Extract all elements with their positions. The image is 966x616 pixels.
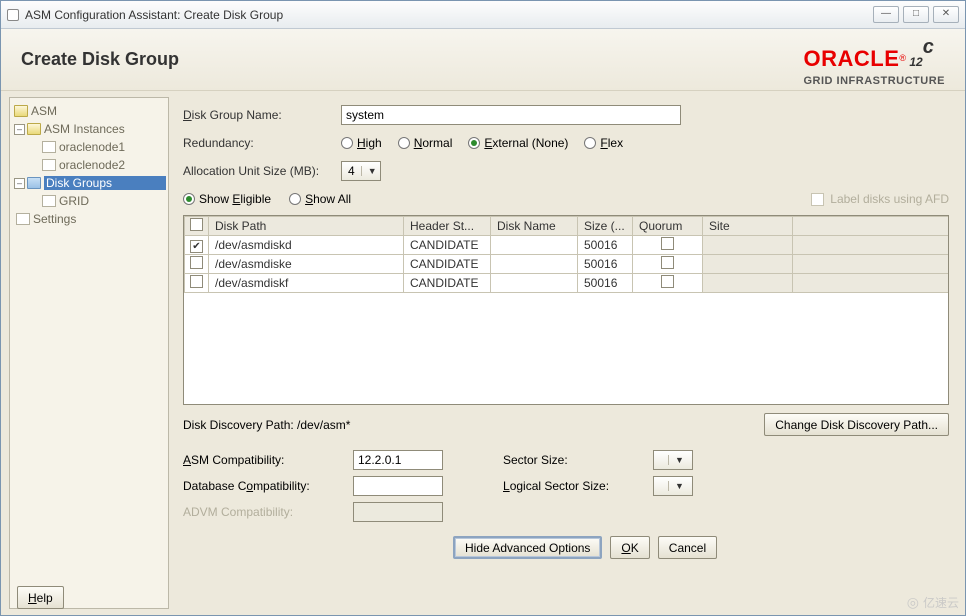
app-icon [7, 9, 19, 21]
redundancy-normal[interactable]: Normal [398, 136, 453, 150]
discovery-path-value: /dev/asm* [297, 418, 350, 432]
maximize-button[interactable]: □ [903, 6, 929, 23]
cancel-button[interactable]: Cancel [658, 536, 717, 559]
cell-header: CANDIDATE [404, 274, 491, 293]
cell-size: 50016 [578, 274, 633, 293]
row-quorum[interactable] [661, 256, 674, 269]
cell-path: /dev/asmdiskf [209, 274, 404, 293]
collapse-icon[interactable]: – [14, 178, 25, 189]
hide-advanced-button[interactable]: Hide Advanced Options [453, 536, 602, 559]
db-compat-label: Database Compatibility: [183, 479, 353, 493]
header: Create Disk Group ORACLE® 12c GRID INFRA… [1, 29, 965, 91]
tree-disk-groups-parent[interactable]: – Disk Groups [12, 174, 166, 192]
cell-site [703, 236, 793, 255]
table-row[interactable]: /dev/asmdiskeCANDIDATE 50016 [185, 255, 949, 274]
cell-path: /dev/asmdiske [209, 255, 404, 274]
logical-sector-combo[interactable]: ▼ [653, 476, 693, 496]
row-quorum[interactable] [661, 237, 674, 250]
cell-site [703, 274, 793, 293]
tree-disk-groups[interactable]: Disk Groups [44, 176, 166, 190]
logical-sector-label: Logical Sector Size: [503, 479, 653, 493]
chevron-down-icon: ▼ [668, 455, 684, 465]
row-check[interactable] [190, 275, 203, 288]
watermark: ◎ 亿速云 [907, 594, 959, 611]
oracle-brand: ORACLE [804, 46, 900, 71]
col-header-status[interactable]: Header St... [404, 217, 491, 236]
ok-button[interactable]: OK [610, 536, 649, 559]
redundancy-external[interactable]: External (None) [468, 136, 568, 150]
oracle-version: 12c [909, 33, 933, 74]
row-check[interactable] [190, 256, 203, 269]
redundancy-label: Redundancy: [183, 136, 341, 150]
cell-size: 50016 [578, 236, 633, 255]
nav-tree: ASM –ASM Instances oraclenode1 oraclenod… [9, 97, 169, 609]
table-row[interactable]: /dev/asmdiskfCANDIDATE 50016 [185, 274, 949, 293]
redundancy-high[interactable]: High [341, 136, 382, 150]
col-disk-path[interactable]: Disk Path [209, 217, 404, 236]
table-row[interactable]: ✔ /dev/asmdiskdCANDIDATE 50016 [185, 236, 949, 255]
oracle-branding: ORACLE® 12c GRID INFRASTRUCTURE [804, 33, 946, 87]
advm-compat-input [353, 502, 443, 522]
chevron-down-icon: ▼ [668, 481, 684, 491]
col-disk-name[interactable]: Disk Name [491, 217, 578, 236]
cell-size: 50016 [578, 255, 633, 274]
sector-size-label: Sector Size: [503, 453, 653, 467]
advm-compat-label: ADVM Compatibility: [183, 505, 353, 519]
window-controls: — □ ✕ [873, 6, 959, 23]
window-title: ASM Configuration Assistant: Create Disk… [25, 8, 873, 22]
au-size-label: Allocation Unit Size (MB): [183, 164, 341, 178]
discovery-path-label: Disk Discovery Path: /dev/asm* [183, 418, 350, 432]
change-discovery-path-button[interactable]: Change Disk Discovery Path... [764, 413, 949, 436]
show-eligible-radio[interactable]: Show Eligible [183, 192, 271, 206]
cell-path: /dev/asmdiskd [209, 236, 404, 255]
cell-site [703, 255, 793, 274]
cell-header: CANDIDATE [404, 236, 491, 255]
sector-size-combo[interactable]: ▼ [653, 450, 693, 470]
tree-grid[interactable]: GRID [12, 192, 166, 210]
asm-compat-label: ASM Compatibility: [183, 453, 353, 467]
col-quorum[interactable]: Quorum [633, 217, 703, 236]
help-button[interactable]: Help [17, 586, 64, 609]
close-button[interactable]: ✕ [933, 6, 959, 23]
tree-node2[interactable]: oraclenode2 [12, 156, 166, 174]
tree-asm[interactable]: ASM [12, 102, 166, 120]
tree-node1[interactable]: oraclenode1 [12, 138, 166, 156]
page-title: Create Disk Group [21, 49, 804, 70]
disks-table: Disk Path Header St... Disk Name Size (.… [183, 215, 949, 405]
minimize-button[interactable]: — [873, 6, 899, 23]
tree-settings[interactable]: Settings [12, 210, 166, 228]
col-check[interactable] [185, 217, 209, 236]
collapse-icon[interactable]: – [14, 124, 25, 135]
tree-asm-instances[interactable]: –ASM Instances [12, 120, 166, 138]
row-check[interactable]: ✔ [190, 240, 203, 253]
oracle-product: GRID INFRASTRUCTURE [804, 75, 946, 87]
show-all-radio[interactable]: Show All [289, 192, 351, 206]
titlebar: ASM Configuration Assistant: Create Disk… [1, 1, 965, 29]
form-panel: Disk Group Name: Redundancy: High Normal… [169, 91, 965, 615]
afd-checkbox: Label disks using AFD [811, 192, 949, 206]
au-size-combo[interactable]: 4▼ [341, 161, 381, 181]
cell-header: CANDIDATE [404, 255, 491, 274]
asm-compat-input[interactable] [353, 450, 443, 470]
row-quorum[interactable] [661, 275, 674, 288]
col-site[interactable]: Site [703, 217, 793, 236]
redundancy-flex[interactable]: Flex [584, 136, 623, 150]
disk-group-name-input[interactable] [341, 105, 681, 125]
cell-diskname [491, 255, 578, 274]
db-compat-input[interactable] [353, 476, 443, 496]
disk-group-name-label: Disk Group Name: [183, 108, 341, 122]
col-size[interactable]: Size (... [578, 217, 633, 236]
cell-diskname [491, 274, 578, 293]
chevron-down-icon: ▼ [361, 166, 377, 176]
cell-diskname [491, 236, 578, 255]
